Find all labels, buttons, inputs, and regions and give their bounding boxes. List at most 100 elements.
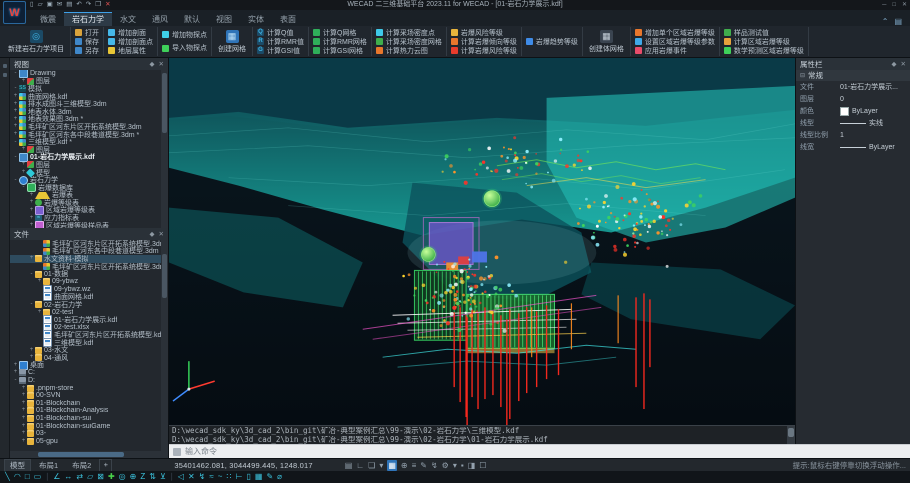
file-tree-item-20[interactable]: +00-SVN [10, 392, 168, 400]
menu-tab-2[interactable]: 水文 [112, 13, 144, 26]
file-tree-item-1[interactable]: 毛坪矿区河东各中段巷道模型.3dm [10, 248, 168, 256]
file-tree-item-19[interactable]: +.pnpm-store [10, 384, 168, 392]
file-tree-item-24[interactable]: +01-Blockchain-suiGame [10, 422, 168, 430]
layout-tab-0[interactable]: 模型 [4, 459, 31, 472]
maximize-icon[interactable]: □ [892, 0, 896, 10]
print-icon[interactable]: ▤ [66, 0, 72, 10]
file-tree-item-18[interactable]: -D: [10, 377, 168, 385]
tree-expander[interactable]: + [20, 392, 27, 399]
ribbon-item-g8-r2[interactable]: 计算岩爆风险等级 [451, 46, 517, 55]
command-console[interactable]: D:\wecad_sdk_ky\3d_cad_2\bin_git\矿冶-典型案例… [169, 425, 795, 444]
tree-expander[interactable]: + [12, 369, 19, 376]
snap-icon[interactable]: ▦ [387, 460, 397, 471]
pin-icon[interactable]: ◆ [150, 60, 155, 68]
dynamic-input-icon[interactable]: ↯ [431, 460, 438, 471]
prop-row-2[interactable]: 颜色ByLayer [796, 105, 910, 117]
ortho-icon[interactable]: ∟ [356, 460, 364, 471]
prop-row-3[interactable]: 线型实线 [796, 117, 910, 129]
file-tree-item-23[interactable]: +01-Blockchain-sui [10, 415, 168, 423]
file-tree-hscrollbar[interactable] [10, 451, 168, 458]
tree-expander[interactable]: + [12, 123, 19, 130]
tree-expander[interactable]: + [20, 430, 27, 437]
circle-icon[interactable]: ◎ [119, 471, 126, 483]
tree-expander[interactable]: + [20, 78, 27, 85]
ribbon-item-g2-r2[interactable]: 地层属性 [108, 46, 153, 55]
close-panel-icon[interactable]: ✕ [901, 60, 906, 68]
prop-row-5[interactable]: 线宽ByLayer [796, 141, 910, 153]
tree-expander[interactable]: + [20, 161, 27, 168]
minimize-icon[interactable]: ─ [882, 0, 886, 10]
pen-icon[interactable]: ✎ [266, 471, 273, 483]
tree-expander[interactable]: - [12, 85, 19, 92]
tree-expander[interactable]: + [12, 101, 19, 108]
menu-tab-0[interactable]: 微震 [32, 13, 64, 26]
tree-expander[interactable]: + [28, 255, 35, 262]
style-panel-icon[interactable]: ▤ [894, 17, 902, 26]
view-tree-item-15[interactable]: -岩爆数据库 [10, 184, 168, 192]
menu-tab-4[interactable]: 默认 [176, 13, 208, 26]
ribbon-item-g3-r1[interactable]: 导入物探点 [162, 44, 207, 53]
file-tree-item-26[interactable]: +05-gpu [10, 437, 168, 445]
pin-icon[interactable]: ◆ [150, 230, 155, 238]
bolt-icon[interactable]: ↯ [199, 471, 206, 483]
dropdown2-icon[interactable]: ▾ [453, 460, 457, 471]
box-icon[interactable]: ⊠ [97, 471, 104, 483]
arc-icon[interactable]: ◠ [14, 471, 21, 483]
file-tree-item-3[interactable]: 毛坪矿区河东片区开拓系统模型.3dm [10, 263, 168, 271]
redo-icon[interactable]: ↷ [86, 0, 91, 10]
ribbon-item-g3-r0[interactable]: 增加物探点 [162, 30, 207, 39]
tree-expander[interactable]: + [36, 309, 43, 316]
curve-icon[interactable]: ~ [218, 471, 223, 483]
dot-icon[interactable]: ▪ [461, 460, 464, 471]
ribbon-collapse-icon[interactable]: ⌃ [882, 17, 889, 26]
tree-expander[interactable]: - [12, 377, 19, 384]
undo-icon[interactable]: ↶ [76, 0, 81, 10]
ribbon-big-10[interactable]: ▦创建体网格 [587, 27, 626, 56]
ribbon-item-g6-r2[interactable]: 计算GSI网格 [313, 46, 367, 55]
layout-icon[interactable]: ❏ [368, 460, 375, 471]
checkbox-icon[interactable]: ☐ [479, 460, 486, 471]
view-tree-item-1[interactable]: +图层 [10, 78, 168, 86]
file-tree-item-22[interactable]: +01-Blockchain-Analysis [10, 407, 168, 415]
save-icon[interactable]: ▣ [47, 0, 53, 10]
center-icon[interactable]: ⊕ [130, 471, 137, 483]
app-logo[interactable]: W [3, 1, 26, 24]
ribbon-item-g12-r2[interactable]: 数学预测区域岩爆等级 [724, 46, 804, 55]
layout-tab-1[interactable]: 布局1 [33, 459, 64, 472]
window-icon[interactable]: ❒ [95, 0, 101, 10]
tree-expander[interactable]: + [36, 278, 43, 285]
updown-icon[interactable]: ⇅ [149, 471, 156, 483]
tree-expander[interactable]: + [28, 207, 35, 214]
mail-icon[interactable]: ✉ [57, 0, 62, 10]
line-icon[interactable]: ╲ [5, 471, 10, 483]
command-prompt-bar[interactable]: 输入命令 [169, 444, 910, 458]
viewport-3d[interactable]: ◎✛↻⌂▤⊕ 中°,半T [169, 58, 795, 425]
tree-expander[interactable]: + [20, 385, 27, 392]
close-panel-icon[interactable]: ✕ [159, 230, 164, 238]
tree-expander[interactable]: + [28, 347, 35, 354]
properties-section-general[interactable]: ⊟ 常规 [796, 70, 910, 81]
left-edge-strip[interactable] [0, 58, 10, 458]
prop-row-1[interactable]: 图层0 [796, 93, 910, 105]
dropdown-icon[interactable]: ▾ [379, 460, 383, 471]
file-tree-item-21[interactable]: +01-Blockchain [10, 399, 168, 407]
close-doc-icon[interactable]: ✕ [105, 0, 110, 10]
tree-expander[interactable]: + [12, 116, 19, 123]
move-icon[interactable]: ↔ [64, 471, 72, 483]
layout-tab-2[interactable]: 布局2 [66, 459, 97, 472]
close-panel-icon[interactable]: ✕ [159, 60, 164, 68]
settings-gear-icon[interactable]: ⚙ [442, 460, 449, 471]
file-tree-item-25[interactable]: +03- [10, 430, 168, 438]
lines-icon[interactable]: ≡ [412, 460, 417, 471]
annotate-icon[interactable]: ✎ [420, 460, 427, 471]
z-axis-icon[interactable]: Z [140, 471, 145, 483]
points-icon[interactable]: ∷ [226, 471, 231, 483]
tree-expander[interactable]: + [12, 93, 19, 100]
wave-icon[interactable]: ≈ [209, 471, 213, 483]
cell-icon[interactable]: ▯ [246, 471, 250, 483]
plus-green-icon[interactable]: ✚ [108, 471, 115, 483]
perp-icon[interactable]: ⊢ [236, 471, 243, 483]
merge-icon[interactable]: ⊻ [160, 471, 166, 483]
ribbon-big-4[interactable]: ▦创建网格 [216, 27, 248, 56]
view-tree-item-20[interactable]: +区域岩爆等级样品表 [10, 222, 168, 228]
